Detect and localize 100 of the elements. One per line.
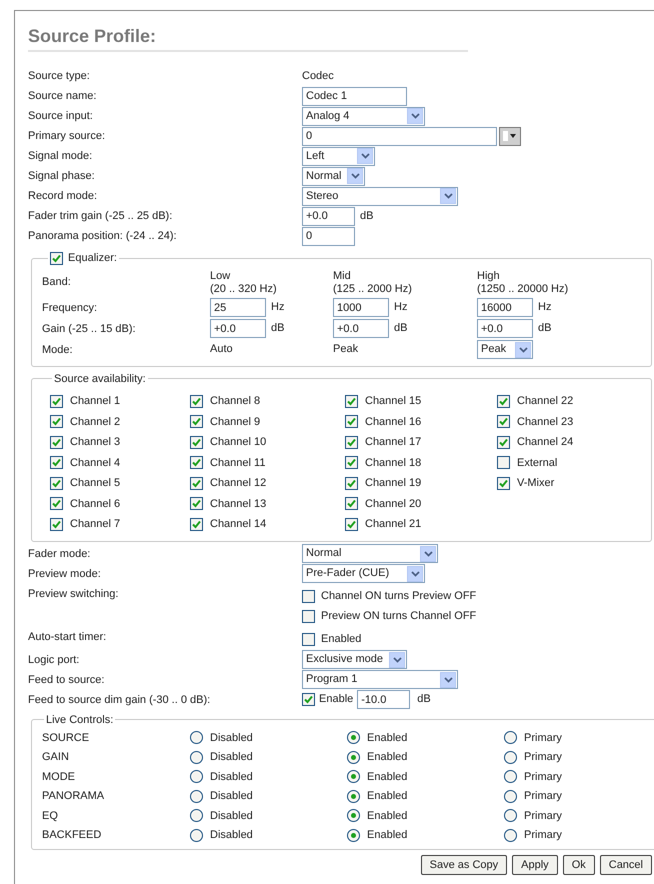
input-field[interactable]: 0 (302, 226, 355, 246)
input-field[interactable]: +0.0 (477, 319, 533, 338)
checkbox[interactable] (190, 436, 203, 449)
checkbox[interactable] (190, 497, 203, 510)
radio-button[interactable] (190, 809, 203, 822)
picker-button[interactable] (499, 126, 521, 146)
unit-label: Hz (394, 300, 408, 316)
radio-button[interactable] (347, 770, 360, 784)
checkbox[interactable] (50, 456, 63, 470)
input-field[interactable]: +0.0 (210, 319, 266, 338)
radio-button[interactable] (190, 790, 203, 803)
radio-button[interactable] (347, 790, 360, 803)
checkbox[interactable] (302, 633, 315, 646)
checkbox[interactable] (190, 476, 203, 490)
action-button[interactable]: Apply (512, 855, 558, 875)
band-range: (125 .. 2000 Hz) (333, 282, 413, 296)
field-label: Primary source: (28, 129, 106, 144)
dropdown[interactable]: Stereo (302, 186, 458, 206)
checkbox-label: Channel 5 (70, 476, 120, 491)
field-label: Preview switching: (28, 586, 120, 602)
radio-button[interactable] (504, 809, 517, 822)
checkbox[interactable] (345, 497, 358, 510)
dropdown[interactable]: Program 1 (302, 670, 458, 689)
field-label: Source type: (28, 69, 91, 84)
checkbox[interactable] (497, 415, 510, 428)
checkbox[interactable] (345, 394, 358, 408)
checkbox[interactable] (497, 436, 510, 449)
checkbox[interactable] (190, 394, 203, 408)
checkbox[interactable] (50, 476, 63, 490)
checkbox[interactable] (302, 693, 315, 706)
radio-button[interactable] (190, 770, 203, 784)
checkbox[interactable] (50, 518, 63, 531)
radio-button[interactable] (347, 731, 360, 744)
checkbox[interactable] (345, 476, 358, 490)
radio-label: Primary (524, 828, 562, 843)
checkbox[interactable] (50, 415, 63, 428)
checkbox[interactable] (50, 436, 63, 449)
input-field[interactable]: +0.0 (302, 206, 355, 226)
action-button[interactable]: Cancel (600, 855, 652, 875)
radio-button[interactable] (190, 828, 203, 842)
radio-button[interactable] (190, 731, 203, 744)
dropdown[interactable]: Analog 4 (302, 106, 425, 126)
checkbox[interactable] (50, 497, 63, 510)
control-name: GAIN (42, 750, 70, 765)
checkbox-label: Channel 10 (210, 435, 266, 450)
dropdown[interactable]: Exclusive mode (302, 650, 407, 669)
checkbox[interactable] (497, 456, 510, 470)
radio-button[interactable] (190, 750, 203, 764)
input-field[interactable]: 1000 (333, 298, 389, 317)
field-label: Record mode: (28, 189, 98, 204)
checkbox[interactable] (190, 415, 203, 428)
radio-label: Disabled (210, 750, 253, 765)
radio-button[interactable] (504, 731, 517, 744)
dropdown[interactable]: Peak (477, 340, 533, 359)
band-name: High (477, 270, 501, 282)
input-field[interactable]: 0 (302, 126, 497, 146)
action-button[interactable]: Save as Copy (420, 855, 508, 875)
dropdown[interactable]: Pre-Fader (CUE) (302, 564, 425, 583)
checkbox[interactable] (50, 252, 63, 265)
checkbox[interactable] (345, 456, 358, 470)
unit-label: dB (538, 321, 552, 336)
input-field[interactable]: -10.0 (357, 690, 410, 709)
action-button[interactable]: Ok (562, 855, 595, 875)
input-field[interactable]: Codec 1 (302, 86, 407, 106)
radio-button[interactable] (347, 828, 360, 842)
radio-button[interactable] (504, 770, 517, 784)
checkbox[interactable] (302, 590, 315, 603)
dropdown[interactable]: Normal (302, 544, 438, 563)
checkbox[interactable] (497, 394, 510, 408)
radio-button[interactable] (347, 809, 360, 822)
row-label: Frequency: (42, 300, 98, 316)
checkbox-label: Enabled (321, 632, 362, 648)
input-field[interactable]: 16000 (477, 298, 533, 317)
chevron-icon (347, 168, 363, 184)
checkbox-label: Channel 12 (210, 476, 266, 491)
checkbox[interactable] (190, 456, 203, 470)
radio-button[interactable] (504, 828, 517, 842)
radio-button[interactable] (504, 750, 517, 764)
radio-label: Disabled (210, 828, 253, 843)
dropdown[interactable]: Normal (302, 166, 365, 186)
input-field[interactable]: +0.0 (333, 319, 389, 338)
radio-button[interactable] (504, 790, 517, 803)
field-label: Source input: (28, 109, 94, 124)
checkbox[interactable] (190, 518, 203, 531)
radio-label: Enabled (367, 750, 408, 765)
input-field[interactable]: 25 (210, 298, 266, 317)
checkbox[interactable] (345, 436, 358, 449)
unit-label: dB (394, 321, 408, 336)
checkbox[interactable] (345, 518, 358, 531)
control-name: MODE (42, 770, 76, 784)
checkbox[interactable] (302, 610, 315, 623)
chevron-icon (440, 672, 456, 688)
dropdown[interactable]: Left (302, 146, 375, 166)
radio-label: Enabled (367, 789, 408, 804)
checkbox[interactable] (50, 394, 63, 408)
checkbox-label: Channel 20 (365, 496, 422, 512)
checkbox[interactable] (497, 476, 510, 490)
radio-button[interactable] (347, 750, 360, 764)
checkbox[interactable] (345, 415, 358, 428)
control-name: SOURCE (42, 730, 90, 746)
